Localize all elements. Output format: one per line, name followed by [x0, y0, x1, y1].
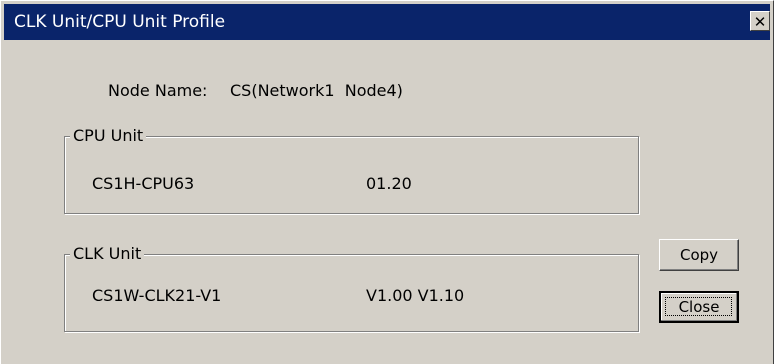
cpu-unit-model: CS1H-CPU63 [92, 174, 195, 193]
clk-unit-group-label: CLK Unit [70, 244, 145, 264]
focus-rectangle [665, 297, 732, 316]
copy-button[interactable]: Copy [659, 239, 739, 271]
close-button[interactable]: Close [659, 291, 739, 323]
clk-unit-group: CLK Unit CS1W-CLK21-V1 V1.00 V1.10 [64, 244, 639, 332]
cpu-unit-group-label: CPU Unit [70, 126, 147, 146]
cpu-unit-version: 01.20 [366, 174, 412, 193]
clk-unit-version: V1.00 V1.10 [366, 286, 465, 305]
node-name-value: CS(Network1 Node4) [230, 81, 403, 100]
title-bar[interactable]: CLK Unit/CPU Unit Profile ✕ [4, 4, 770, 40]
node-name-label: Node Name: [108, 81, 208, 100]
profile-dialog: CLK Unit/CPU Unit Profile ✕ Node Name: C… [0, 0, 774, 364]
window-title: CLK Unit/CPU Unit Profile [14, 12, 226, 32]
close-icon[interactable]: ✕ [750, 11, 770, 31]
cpu-unit-group: CPU Unit CS1H-CPU63 01.20 [64, 126, 639, 214]
clk-unit-model: CS1W-CLK21-V1 [92, 286, 222, 305]
